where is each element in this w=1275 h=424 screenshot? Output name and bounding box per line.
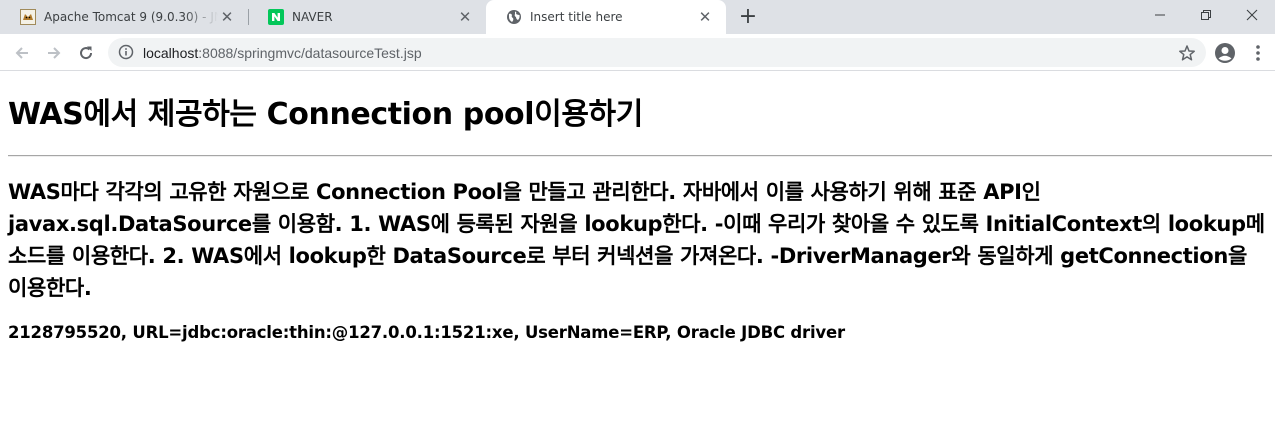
tab-tomcat-close-icon[interactable]: ✕ bbox=[218, 8, 236, 26]
kebab-menu-icon[interactable] bbox=[1250, 42, 1266, 64]
globe-icon bbox=[506, 9, 522, 25]
account-avatar-icon[interactable] bbox=[1214, 42, 1236, 64]
connection-output: 2128795520, URL=jdbc:oracle:thin:@127.0.… bbox=[8, 323, 845, 342]
tab-naver-close-icon[interactable]: ✕ bbox=[456, 8, 474, 26]
forward-arrow-icon[interactable] bbox=[40, 39, 68, 67]
bookmark-star-icon[interactable] bbox=[1178, 44, 1196, 62]
naver-icon bbox=[268, 9, 284, 25]
tab-naver-title: NAVER bbox=[292, 10, 333, 24]
page-content: WAS에서 제공하는 Connection pool이용하기 WAS마다 각각의… bbox=[8, 71, 1272, 345]
tab-strip: Apache Tomcat 9 (9.0.30) - JNDI ✕ NAVER … bbox=[0, 0, 1275, 34]
info-icon[interactable] bbox=[118, 44, 134, 60]
url-path: :8088/springmvc/datasourceTest.jsp bbox=[198, 45, 422, 61]
page-title: WAS에서 제공하는 Connection pool이용하기 bbox=[8, 97, 643, 132]
url-text: localhost:8088/springmvc/datasourceTest.… bbox=[143, 45, 422, 61]
tab-tomcat[interactable]: Apache Tomcat 9 (9.0.30) - JNDI ✕ bbox=[0, 0, 248, 34]
tomcat-icon bbox=[20, 9, 36, 25]
tab-active-close-icon[interactable]: ✕ bbox=[696, 8, 714, 26]
tab-naver[interactable]: NAVER ✕ bbox=[248, 0, 486, 34]
minimize-window-icon[interactable] bbox=[1137, 0, 1183, 30]
tab-active-insert-title[interactable]: Insert title here ✕ bbox=[486, 0, 726, 34]
new-tab-button[interactable]: + bbox=[736, 5, 760, 29]
browser-toolbar: localhost:8088/springmvc/datasourceTest.… bbox=[0, 34, 1275, 71]
url-host: localhost bbox=[143, 45, 199, 61]
description-text: WAS마다 각각의 고유한 자원으로 Connection Pool을 만들고 … bbox=[8, 180, 1265, 300]
tab-tomcat-title: Apache Tomcat 9 (9.0.30) - JNDI bbox=[44, 10, 218, 24]
tab-active-title: Insert title here bbox=[530, 10, 623, 24]
back-arrow-icon[interactable] bbox=[8, 39, 36, 67]
close-window-icon[interactable] bbox=[1229, 0, 1275, 30]
reload-icon[interactable] bbox=[72, 39, 100, 67]
address-bar[interactable]: localhost:8088/springmvc/datasourceTest.… bbox=[108, 38, 1206, 67]
divider bbox=[8, 155, 1272, 157]
restore-window-icon[interactable] bbox=[1183, 0, 1229, 30]
